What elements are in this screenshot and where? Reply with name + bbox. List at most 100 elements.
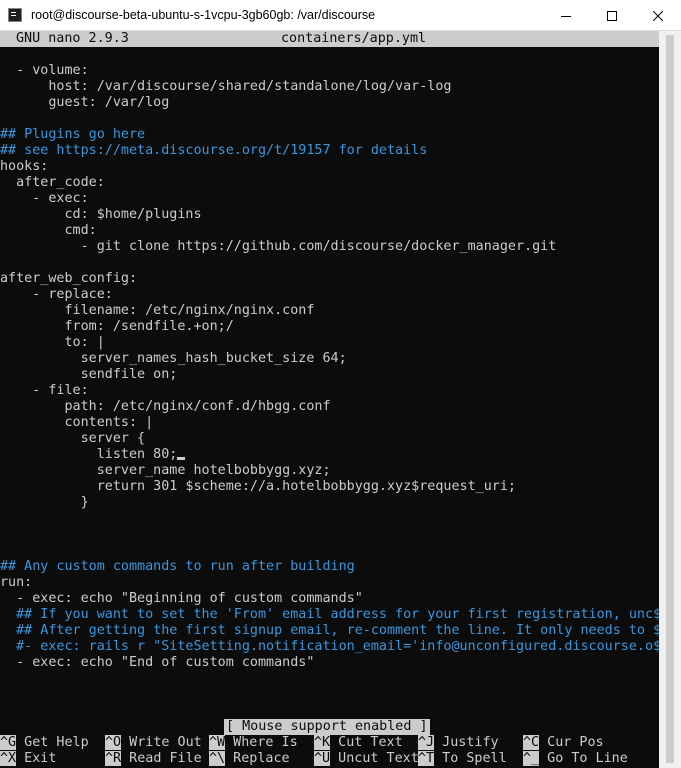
editor-line[interactable]: ## If you want to set the 'From' email a… (0, 607, 659, 623)
editor-line[interactable]: return 301 $scheme://a.hotelbobbygg.xyz$… (0, 479, 516, 495)
editor-line[interactable]: ## see https://meta.discourse.org/t/1915… (0, 143, 427, 159)
shortcut-key: ^_ (523, 751, 540, 766)
editor-line-text: after_web_config: (0, 271, 138, 286)
editor-line[interactable]: ## Plugins go here (0, 127, 145, 143)
editor-line[interactable]: sendfile on; (0, 367, 178, 383)
editor-line-text: after_code: (0, 175, 105, 190)
editor-line-text: path: /etc/nginx/conf.d/hbgg.conf (0, 399, 331, 414)
shortcut-label: Read File (121, 751, 210, 766)
editor-line[interactable]: hooks: (0, 159, 48, 175)
shortcut-label: To Spell (434, 751, 523, 766)
editor-line[interactable]: filename: /etc/nginx/nginx.conf (0, 303, 314, 319)
editor-line-text: contents: | (0, 415, 154, 430)
editor-line[interactable]: listen 80; (0, 447, 186, 463)
shortcut-item: ^O Write Out (105, 735, 210, 751)
minimize-icon (561, 15, 571, 17)
shortcut-key: ^G (0, 735, 17, 750)
editor-line-text: server_names_hash_bucket_size 64; (0, 351, 347, 366)
shortcut-key: ^W (209, 735, 226, 750)
editor-line[interactable]: - exec: echo "Beginning of custom comman… (0, 591, 363, 607)
window-titlebar[interactable]: root@discourse-beta-ubuntu-s-1vcpu-3gb60… (0, 0, 681, 31)
editor-line-text: from: /sendfile.+on;/ (0, 319, 234, 334)
nano-filename: containers/app.yml (281, 31, 427, 46)
editor-line[interactable]: - exec: (0, 191, 89, 207)
editor-line[interactable]: contents: | (0, 415, 153, 431)
shortcut-item: ^_ Go To Line (523, 751, 628, 767)
shortcut-label: Cur Pos (539, 735, 604, 750)
editor-line-text: - exec: echo "End of custom commands" (0, 655, 315, 670)
shortcut-label: Exit (16, 751, 105, 766)
shortcut-label: Uncut Text (330, 751, 419, 766)
editor-line[interactable]: to: | (0, 335, 105, 351)
shortcut-label: Replace (225, 751, 314, 766)
editor-line-text: return 301 $scheme://a.hotelbobbygg.xyz$… (0, 479, 516, 494)
editor-line-text: - volume: (0, 63, 89, 78)
editor-line-text: ## Plugins go here (0, 127, 146, 142)
editor-line[interactable]: #- exec: rails r "SiteSetting.notificati… (0, 639, 659, 655)
close-button[interactable] (635, 0, 681, 31)
editor-line[interactable]: path: /etc/nginx/conf.d/hbgg.conf (0, 399, 331, 415)
editor-line-text: to: | (0, 335, 105, 350)
editor-line-text: server { (0, 431, 146, 446)
editor-line[interactable]: host: /var/discourse/shared/standalone/l… (0, 79, 451, 95)
editor-line-text: filename: /etc/nginx/nginx.conf (0, 303, 315, 318)
nano-header-bar: GNU nano 2.9.3 containers/app.yml (0, 31, 659, 47)
editor-line-text: server_name hotelbobbygg.xyz; (0, 463, 331, 478)
shortcut-label: Get Help (16, 735, 105, 750)
editor-line-text: - exec: (0, 191, 89, 206)
shortcut-label: Cut Text (330, 735, 419, 750)
maximize-button[interactable] (589, 0, 635, 31)
editor-line[interactable]: server { (0, 431, 146, 447)
editor-line-text: - replace: (0, 287, 113, 302)
editor-line[interactable]: server_names_hash_bucket_size 64; (0, 351, 347, 367)
shortcut-item: ^T To Spell (418, 751, 523, 767)
shortcut-item: ^\ Replace (209, 751, 314, 767)
shortcut-label: Justify (434, 735, 523, 750)
editor-line[interactable]: after_code: (0, 175, 105, 191)
status-message: [ Mouse support enabled ] (224, 719, 430, 735)
minimize-button[interactable] (543, 0, 589, 31)
vertical-scrollbar[interactable] (659, 31, 681, 768)
editor-line[interactable]: } (0, 495, 89, 511)
editor-line-text: - file: (0, 383, 89, 398)
editor-line[interactable]: - replace: (0, 287, 113, 303)
terminal-area[interactable]: GNU nano 2.9.3 containers/app.yml - volu… (0, 31, 659, 768)
editor-line[interactable]: ## After getting the first signup email,… (0, 623, 659, 639)
editor-line[interactable]: guest: /var/log (0, 95, 169, 111)
shortcut-item: ^G Get Help (0, 735, 105, 751)
editor-line[interactable]: run: (0, 575, 32, 591)
editor-line-text: ## see https://meta.discourse.org/t/1915… (0, 143, 428, 158)
editor-line[interactable]: - git clone https://github.com/discourse… (0, 239, 557, 255)
shortcut-item: ^U Uncut Text (314, 751, 419, 767)
editor-line[interactable]: - exec: echo "End of custom commands" (0, 655, 314, 671)
window-title: root@discourse-beta-ubuntu-s-1vcpu-3gb60… (31, 8, 376, 22)
shortcut-item: ^K Cut Text (314, 735, 419, 751)
editor-line[interactable]: cd: $home/plugins (0, 207, 202, 223)
shortcut-item: ^C Cur Pos (523, 735, 604, 751)
editor-line[interactable]: server_name hotelbobbygg.xyz; (0, 463, 331, 479)
close-icon (653, 10, 663, 21)
editor-line[interactable]: - file: (0, 383, 89, 399)
shortcut-label: Go To Line (539, 751, 628, 766)
editor-line[interactable]: from: /sendfile.+on;/ (0, 319, 234, 335)
editor-line-text: run: (0, 575, 33, 590)
editor-line-text: cd: $home/plugins (0, 207, 202, 222)
editor-line[interactable]: ## Any custom commands to run after buil… (0, 559, 355, 575)
editor-line-text: cmd: (0, 223, 97, 238)
editor-line-text: ## After getting the first signup email,… (0, 623, 659, 638)
nano-version: GNU nano 2.9.3 (16, 31, 129, 46)
editor-line[interactable]: cmd: (0, 223, 97, 239)
text-cursor (177, 457, 186, 460)
editor-line-text: - git clone https://github.com/discourse… (0, 239, 557, 254)
shortcut-label: Where Is (225, 735, 314, 750)
shortcut-key: ^O (105, 735, 122, 750)
editor-line-text: hooks: (0, 159, 49, 174)
editor-line[interactable]: - volume: (0, 63, 89, 79)
shortcut-key: ^U (314, 751, 331, 766)
editor-line-text: guest: /var/log (0, 95, 170, 110)
scrollbar-thumb[interactable] (666, 35, 674, 763)
editor-line[interactable]: after_web_config: (0, 271, 137, 287)
shortcut-key: ^J (418, 735, 435, 750)
editor-line-text: listen 80; (0, 447, 178, 462)
shortcut-key: ^X (0, 751, 17, 766)
